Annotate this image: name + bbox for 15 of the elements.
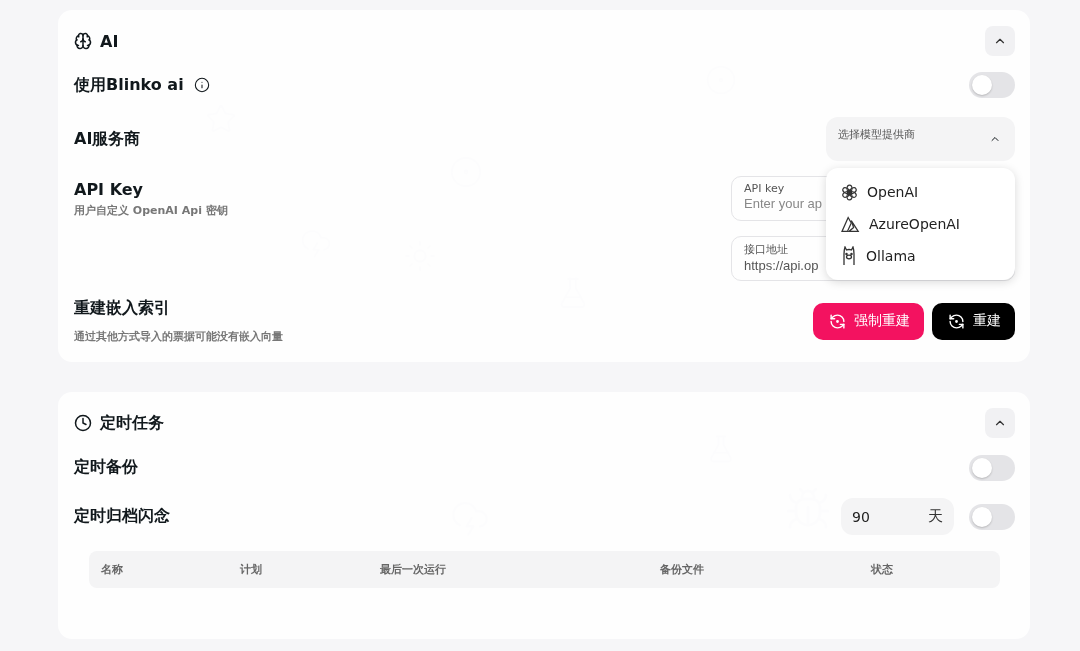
setting-label: 重建嵌入索引 <box>74 298 171 319</box>
column-header: 最后一次运行 <box>380 562 447 577</box>
section-title: AI <box>100 31 119 51</box>
setting-description: 用户自定义 OpenAI Api 密钥 <box>74 203 228 218</box>
column-header: 状态 <box>871 562 894 577</box>
column-header: 名称 <box>101 562 124 577</box>
setting-description: 通过其他方式导入的票据可能没有嵌入向量 <box>74 329 283 344</box>
setting-label: 定时归档闪念 <box>74 506 170 527</box>
setting-label: 使用Blinko ai <box>74 74 184 96</box>
setting-label: API Key <box>74 180 145 199</box>
setting-label: AI服务商 <box>74 128 141 150</box>
section-title: 定时任务 <box>100 412 164 434</box>
column-header: 备份文件 <box>660 562 705 577</box>
setting-label: 定时备份 <box>74 457 138 478</box>
column-header: 计划 <box>240 562 263 577</box>
